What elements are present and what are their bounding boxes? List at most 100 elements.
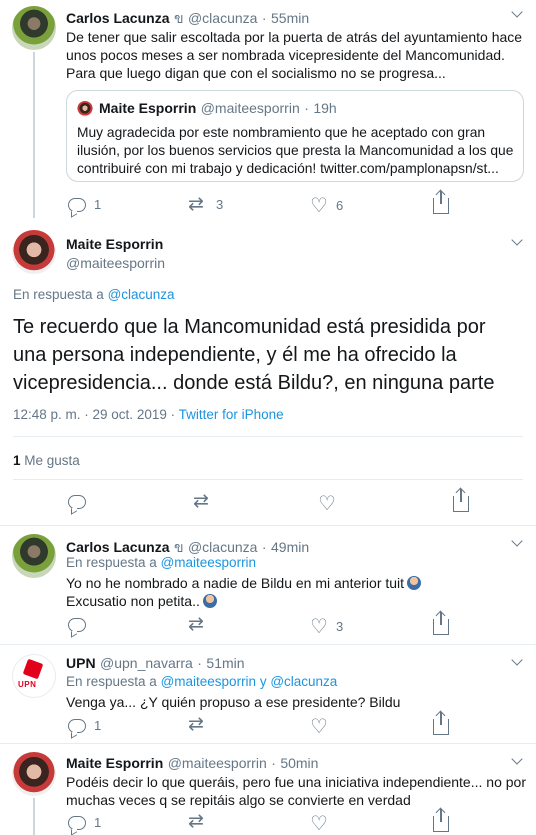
person-shrugging-icon [202, 594, 217, 608]
reply-icon [68, 815, 86, 830]
quote-author-handle: @maiteesporrin [200, 100, 300, 116]
retweet-button[interactable] [193, 490, 213, 513]
share-button[interactable] [433, 809, 449, 832]
reply-icon [68, 197, 86, 212]
reply-to-link[interactable]: @maiteesporrin y @clacunza [161, 674, 338, 689]
retweet-button[interactable] [188, 713, 216, 736]
author-name[interactable]: UPN [66, 655, 96, 671]
reply-button[interactable] [68, 495, 86, 509]
retweet-button[interactable] [188, 613, 216, 636]
share-icon [433, 612, 449, 635]
author-name[interactable]: Maite Esporrin [66, 236, 163, 252]
person-shrugging-icon [407, 576, 422, 590]
share-button[interactable] [433, 712, 449, 735]
avatar [77, 101, 93, 117]
reply-to-link[interactable]: @maiteesporrin [161, 555, 257, 570]
share-button[interactable] [453, 489, 469, 512]
reply-context: En respuesta a @maiteesporrin [66, 555, 257, 570]
reply-button[interactable] [68, 618, 94, 632]
retweet-button[interactable]: 3 [188, 193, 224, 216]
chevron-down-icon[interactable] [511, 753, 523, 765]
like-button[interactable]: 3 [310, 614, 344, 639]
reply-count: 1 [94, 815, 102, 830]
retweet-icon [193, 490, 213, 513]
heart-icon [310, 811, 328, 835]
upn-logo-text: UPN [18, 680, 37, 689]
quote-time: 19h [313, 100, 337, 116]
reply-icon [68, 495, 86, 509]
tweet-timestamp[interactable]: 12:48 p. m. · 29 oct. 2019 · [13, 407, 175, 422]
reply-context: En respuesta a @maiteesporrin y @clacunz… [66, 674, 338, 689]
reply-context: En respuesta a @clacunza [13, 287, 175, 302]
tweet-time[interactable]: 50min [280, 755, 318, 771]
heart-icon [318, 491, 336, 516]
like-button[interactable]: 6 [310, 193, 344, 218]
divider [0, 525, 536, 526]
avatar[interactable] [12, 534, 56, 578]
tweet-text: Yo no he nombrado a nadie de Bildu en mi… [66, 574, 526, 610]
thread-line [33, 798, 35, 835]
reply-count: 1 [94, 197, 102, 212]
reply-button[interactable]: 1 [68, 815, 101, 830]
chevron-down-icon[interactable] [511, 234, 523, 246]
author-handle[interactable]: @maiteesporrin [168, 755, 267, 771]
author-handle[interactable]: @clacunza [188, 539, 257, 555]
retweet-button[interactable] [188, 810, 216, 833]
share-icon [433, 712, 449, 735]
avatar[interactable]: UPN [12, 654, 56, 698]
upn-logo-icon [22, 658, 44, 680]
likes-stat[interactable]: 1 Me gusta [13, 453, 80, 468]
author-name[interactable]: Maite Esporrin [66, 755, 163, 771]
divider [13, 479, 523, 480]
avatar[interactable] [12, 230, 56, 274]
reply-button[interactable]: 1 [68, 718, 101, 733]
retweet-count: 3 [216, 197, 224, 212]
quote-text: Muy agradecida por este nombramiento que… [77, 125, 514, 176]
share-button[interactable] [433, 612, 449, 635]
tweet-source[interactable]: Twitter for iPhone [179, 407, 284, 422]
thread-line [33, 52, 35, 218]
divider [13, 436, 523, 437]
likes-count: 1 [13, 453, 21, 468]
reply-to-link[interactable]: @clacunza [108, 287, 175, 302]
tweet-text: De tener que salir escoltada por la puer… [66, 29, 523, 81]
author-name[interactable]: Carlos Lacunza [66, 539, 169, 555]
quoted-tweet[interactable]: Maite Esporrin @maiteesporrin · 19h Muy … [66, 90, 524, 182]
divider [0, 743, 536, 744]
avatar[interactable] [12, 6, 56, 50]
retweet-icon [188, 810, 208, 833]
quote-author-name: Maite Esporrin [99, 100, 197, 116]
share-icon [433, 191, 449, 214]
avatar[interactable] [12, 752, 56, 796]
tweet-text: Podéis decir lo que queráis, pero fue un… [66, 774, 526, 808]
author-suffix: ข [173, 539, 184, 555]
tweet-time[interactable]: 49min [271, 539, 309, 555]
author-name[interactable]: Carlos Lacunza [66, 10, 169, 26]
retweet-icon [188, 613, 208, 636]
author-handle[interactable]: @maiteesporrin [66, 255, 165, 271]
tweet-time[interactable]: 55min [271, 10, 309, 26]
like-count: 3 [336, 618, 344, 634]
share-button[interactable] [433, 191, 449, 214]
like-button[interactable] [310, 714, 336, 739]
tweet-text: Te recuerdo que la Mancomunidad está pre… [13, 316, 495, 394]
likes-label: Me gusta [24, 453, 80, 468]
reply-icon [68, 618, 86, 632]
like-button[interactable] [318, 491, 336, 516]
share-icon [433, 809, 449, 832]
like-button[interactable] [310, 811, 336, 835]
like-count: 6 [336, 197, 344, 213]
tweet-text: Venga ya... ¿Y quién propuso a ese presi… [66, 694, 401, 710]
author-handle[interactable]: @upn_navarra [100, 655, 193, 671]
share-icon [453, 489, 469, 512]
reply-count: 1 [94, 718, 102, 733]
chevron-down-icon[interactable] [511, 654, 523, 666]
chevron-down-icon[interactable] [511, 535, 523, 547]
retweet-icon [188, 713, 208, 736]
tweet-time[interactable]: 51min [206, 655, 244, 671]
heart-icon [310, 714, 328, 739]
chevron-down-icon[interactable] [511, 6, 523, 18]
reply-button[interactable]: 1 [68, 197, 101, 212]
heart-icon [310, 193, 328, 218]
author-handle[interactable]: @clacunza [188, 10, 257, 26]
